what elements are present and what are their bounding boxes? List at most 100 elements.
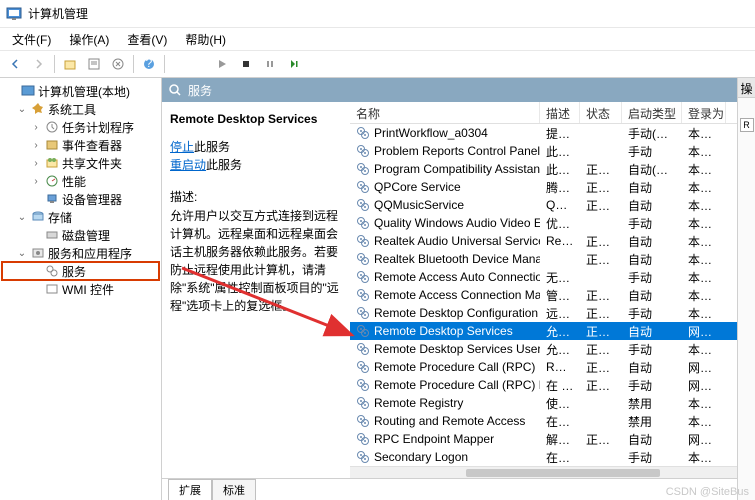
cell-logon: 本地系... — [682, 269, 726, 286]
description-label: 描述: — [170, 188, 342, 205]
cell-startup: 手动 — [622, 143, 682, 160]
cell-name: QQMusicService — [350, 198, 540, 212]
cell-status: 正在... — [580, 233, 622, 250]
tree-device-manager[interactable]: 设备管理器 — [2, 190, 159, 208]
play-button[interactable] — [211, 53, 233, 75]
service-row[interactable]: QPCore Service腾讯...正在...自动本地系... — [350, 178, 737, 196]
col-logon-as[interactable]: 登录为 — [682, 102, 726, 123]
cell-name: Realtek Audio Universal Service — [350, 234, 540, 248]
tree-services[interactable]: 服务 — [2, 262, 159, 280]
svg-text:?: ? — [146, 57, 153, 70]
service-row[interactable]: QQMusicServiceQQ...正在...自动本地系... — [350, 196, 737, 214]
col-name[interactable]: 名称 — [350, 102, 540, 123]
service-row[interactable]: Remote Access Connection Man...管理...正在..… — [350, 286, 737, 304]
service-row[interactable]: Remote Registry使远...禁用本地服... — [350, 394, 737, 412]
pause-button[interactable] — [259, 53, 281, 75]
cell-startup: 手动 — [622, 377, 682, 394]
cell-description: 解析... — [540, 431, 580, 448]
cell-description: 远程... — [540, 305, 580, 322]
cell-name: Program Compatibility Assistant S... — [350, 162, 540, 176]
service-row[interactable]: Realtek Audio Universal ServiceRealt...正… — [350, 232, 737, 250]
service-row[interactable]: Remote Access Auto Connection ...无论...手动… — [350, 268, 737, 286]
restart-service-link[interactable]: 重启动 — [170, 158, 206, 172]
tree-task-scheduler[interactable]: ›任务计划程序 — [2, 118, 159, 136]
back-button[interactable] — [4, 53, 26, 75]
col-startup-type[interactable]: 启动类型 — [622, 102, 682, 123]
cell-name: Remote Procedure Call (RPC) — [350, 360, 540, 374]
search-icon — [168, 83, 182, 97]
service-row[interactable]: Remote Desktop Configuration远程...正在...手动… — [350, 304, 737, 322]
horizontal-scrollbar[interactable] — [350, 466, 737, 478]
menu-view[interactable]: 查看(V) — [119, 29, 175, 50]
cell-status: 正在... — [580, 323, 622, 340]
tree-performance[interactable]: ›性能 — [2, 172, 159, 190]
tree-storage[interactable]: ⌄存储 — [2, 208, 159, 226]
tree-root[interactable]: 计算机管理(本地) — [2, 82, 159, 100]
actions-header: 操 — [738, 78, 755, 98]
cell-logon: 本地系... — [682, 197, 726, 214]
cell-startup: 自动 — [622, 431, 682, 448]
cell-status: 正在... — [580, 431, 622, 448]
cell-description: Realt... — [540, 234, 580, 248]
service-row[interactable]: Remote Procedure Call (RPC)RPC...正在...自动… — [350, 358, 737, 376]
col-description[interactable]: 描述 — [540, 102, 580, 123]
cell-startup: 手动 — [622, 449, 682, 466]
tree-wmi[interactable]: WMI 控件 — [2, 280, 159, 298]
cell-logon: 网络服... — [682, 323, 726, 340]
cell-startup: 自动 — [622, 287, 682, 304]
cell-logon: 本地服... — [682, 215, 726, 232]
delete-button[interactable] — [107, 53, 129, 75]
tab-standard[interactable]: 标准 — [212, 479, 256, 500]
tab-extended[interactable]: 扩展 — [168, 479, 212, 500]
cell-status: 正在... — [580, 359, 622, 376]
cell-logon: 本地系... — [682, 305, 726, 322]
cell-logon: 本地系... — [682, 341, 726, 358]
service-row[interactable]: Secondary Logon在不...手动本地系... — [350, 448, 737, 466]
tree-system-tools[interactable]: ⌄系统工具 — [2, 100, 159, 118]
help-button[interactable]: ? — [138, 53, 160, 75]
restart-button[interactable] — [283, 53, 305, 75]
forward-button[interactable] — [28, 53, 50, 75]
service-row[interactable]: PrintWorkflow_a0304提供...手动(触发...本地系... — [350, 124, 737, 142]
service-row[interactable]: RPC Endpoint Mapper解析...正在...自动网络服... — [350, 430, 737, 448]
detail-header: 服务 — [162, 78, 737, 102]
stop-button[interactable] — [235, 53, 257, 75]
cell-startup: 手动 — [622, 269, 682, 286]
col-status[interactable]: 状态 — [580, 102, 622, 123]
service-row[interactable]: Problem Reports Control Panel S...此服...手… — [350, 142, 737, 160]
service-row[interactable]: Remote Procedure Call (RPC) Lo...在 W...正… — [350, 376, 737, 394]
window-title: 计算机管理 — [28, 5, 88, 22]
tree-disk-management[interactable]: 磁盘管理 — [2, 226, 159, 244]
menu-bar: 文件(F) 操作(A) 查看(V) 帮助(H) — [0, 28, 755, 50]
cell-logon: 网络服... — [682, 359, 726, 376]
cell-logon: 网络服... — [682, 431, 726, 448]
cell-startup: 手动 — [622, 305, 682, 322]
up-button[interactable] — [59, 53, 81, 75]
stop-service-link[interactable]: 停止 — [170, 140, 194, 154]
cell-logon: 本地系... — [682, 413, 726, 430]
menu-action[interactable]: 操作(A) — [61, 29, 117, 50]
tree-shared-folders[interactable]: ›共享文件夹 — [2, 154, 159, 172]
nav-tree[interactable]: 计算机管理(本地) ⌄系统工具 ›任务计划程序 ›事件查看器 ›共享文件夹 ›性… — [0, 78, 162, 500]
cell-name: RPC Endpoint Mapper — [350, 432, 540, 446]
tree-event-viewer[interactable]: ›事件查看器 — [2, 136, 159, 154]
tree-services-apps[interactable]: ⌄服务和应用程序 — [2, 244, 159, 262]
service-row[interactable]: Routing and Remote Access在局...禁用本地系... — [350, 412, 737, 430]
services-list[interactable]: 名称 描述 状态 启动类型 登录为 PrintWorkflow_a0304提供.… — [350, 102, 737, 478]
service-row[interactable]: Program Compatibility Assistant S...此服..… — [350, 160, 737, 178]
service-row[interactable]: Remote Desktop Services允许...正在...自动网络服..… — [350, 322, 737, 340]
service-row[interactable]: Quality Windows Audio Video Ex...优质...手动… — [350, 214, 737, 232]
cell-startup: 禁用 — [622, 413, 682, 430]
cell-description: 无论... — [540, 269, 580, 286]
cell-status: 正在... — [580, 305, 622, 322]
service-row[interactable]: Realtek Bluetooth Device Manag...正在...自动… — [350, 250, 737, 268]
cell-description: QQ... — [540, 198, 580, 212]
menu-help[interactable]: 帮助(H) — [177, 29, 234, 50]
service-row[interactable]: Remote Desktop Services UserM...允许...正在.… — [350, 340, 737, 358]
menu-file[interactable]: 文件(F) — [4, 29, 59, 50]
actions-button[interactable]: R — [740, 118, 754, 132]
toolbar: ? — [0, 50, 755, 78]
cell-status: 正在... — [580, 287, 622, 304]
properties-button[interactable] — [83, 53, 105, 75]
cell-startup: 手动(触发... — [622, 125, 682, 142]
